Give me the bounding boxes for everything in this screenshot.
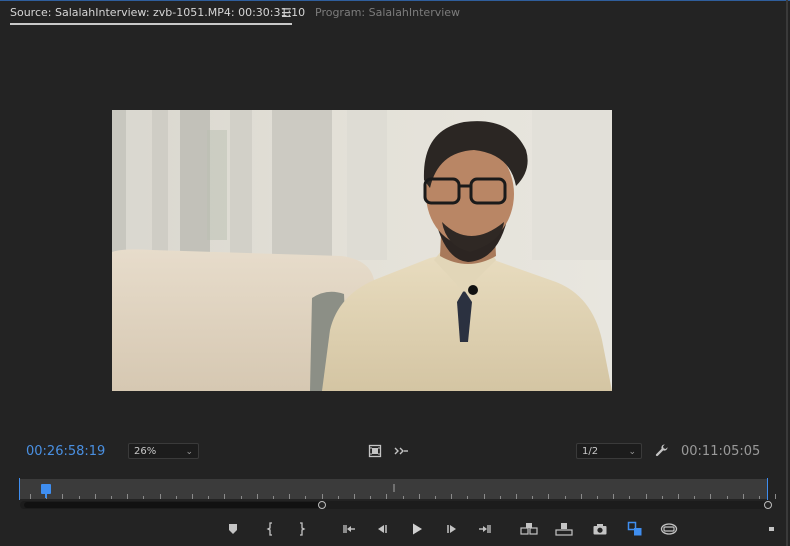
panel-divider [786, 0, 788, 546]
ruler-tick [192, 494, 193, 499]
ruler-grip-icon: ‖ [392, 483, 396, 492]
playhead-line [45, 493, 47, 498]
ruler-tick [143, 496, 145, 499]
ruler-tick [354, 494, 355, 499]
more-icon[interactable] [769, 527, 774, 531]
play-icon[interactable] [408, 521, 426, 537]
overwrite-icon[interactable] [555, 521, 573, 537]
playhead-timecode[interactable]: 00:26:58:19 [26, 444, 105, 459]
zoom-level-value: 26% [134, 446, 157, 457]
ruler-tick [30, 494, 31, 499]
ruler-tick [467, 496, 469, 499]
ruler-tick [645, 494, 647, 499]
ruler-tick [127, 494, 129, 499]
ruler-tick [289, 494, 291, 499]
mark-in-icon[interactable] [261, 521, 279, 537]
step-back-icon[interactable] [373, 521, 391, 537]
ruler-tick [337, 496, 339, 499]
ruler-tick [742, 494, 744, 499]
ruler-tick [321, 494, 323, 499]
ruler-tick [418, 494, 420, 499]
ruler-tick [775, 494, 777, 499]
ruler-tick [759, 496, 760, 499]
playback-resolution-value: 1/2 [582, 446, 599, 457]
ruler-tick [451, 494, 453, 499]
ruler-tick [256, 494, 258, 499]
ruler-end-marker [767, 478, 768, 500]
ruler-tick [402, 496, 404, 499]
ruler-tick [613, 494, 615, 499]
ruler-tick [94, 494, 96, 499]
tab-program-monitor[interactable]: Program: SalalahInterview [315, 6, 460, 19]
mark-out-icon[interactable] [293, 521, 311, 537]
ruler-tick [78, 496, 80, 499]
ruler-tick [661, 496, 663, 499]
ruler-tick [678, 494, 679, 499]
ruler-tick [159, 494, 161, 499]
zoom-scroll-thumb[interactable] [24, 502, 322, 508]
ruler-tick [240, 496, 242, 499]
marker-icon[interactable] [224, 521, 242, 537]
toggle-proxies-icon[interactable] [626, 521, 644, 537]
ruler-tick [597, 496, 598, 499]
video-preview [112, 110, 612, 391]
film-frame-icon[interactable] [367, 444, 383, 461]
ruler-tick [62, 494, 64, 499]
ruler-tick [208, 496, 210, 499]
ruler-tick [548, 494, 550, 499]
ruler-tick [580, 494, 582, 499]
ruler-tick [516, 494, 517, 499]
wrench-icon[interactable] [654, 444, 670, 461]
ruler-tick [224, 494, 226, 499]
active-tab-indicator [10, 23, 292, 25]
step-forward-icon[interactable] [443, 521, 461, 537]
ruler-tick [564, 496, 566, 499]
zoom-level-dropdown[interactable]: 26% ⌄ [128, 443, 199, 459]
ruler-tick [726, 496, 728, 499]
go-to-in-icon[interactable] [339, 521, 357, 537]
ruler-tick [370, 496, 372, 499]
chevron-down-icon: ⌄ [185, 447, 193, 457]
ruler-tick [273, 496, 274, 499]
ruler-tick [386, 494, 388, 499]
ruler-tick [435, 496, 436, 499]
camera-icon[interactable] [591, 521, 609, 537]
scroll-end-handle[interactable] [764, 501, 772, 509]
ruler-tick [499, 496, 501, 499]
hamburger-menu-icon[interactable]: ☰ [281, 6, 292, 20]
ruler-tick [305, 496, 307, 499]
ruler-tick [483, 494, 485, 499]
zoom-handle-right[interactable] [318, 501, 326, 509]
go-to-out-icon[interactable] [477, 521, 495, 537]
ruler-tick [694, 496, 696, 499]
insert-icon[interactable] [520, 521, 538, 537]
ruler-tick [111, 496, 112, 499]
ruler-tick [629, 496, 631, 499]
ruler-tick [175, 496, 177, 499]
ruler-start-marker [19, 478, 20, 500]
chevron-down-icon: ⌄ [628, 447, 636, 457]
panel-tab-bar: Source: SalalahInterview: zvb-1051.MP4: … [0, 0, 790, 28]
playback-resolution-dropdown[interactable]: 1/2 ⌄ [576, 443, 642, 459]
arrows-icon[interactable] [392, 444, 410, 461]
ruler-tick [532, 496, 534, 499]
ruler-tick [710, 494, 712, 499]
duration-timecode: 00:11:05:05 [681, 444, 761, 459]
vr-headset-icon[interactable] [660, 521, 678, 537]
